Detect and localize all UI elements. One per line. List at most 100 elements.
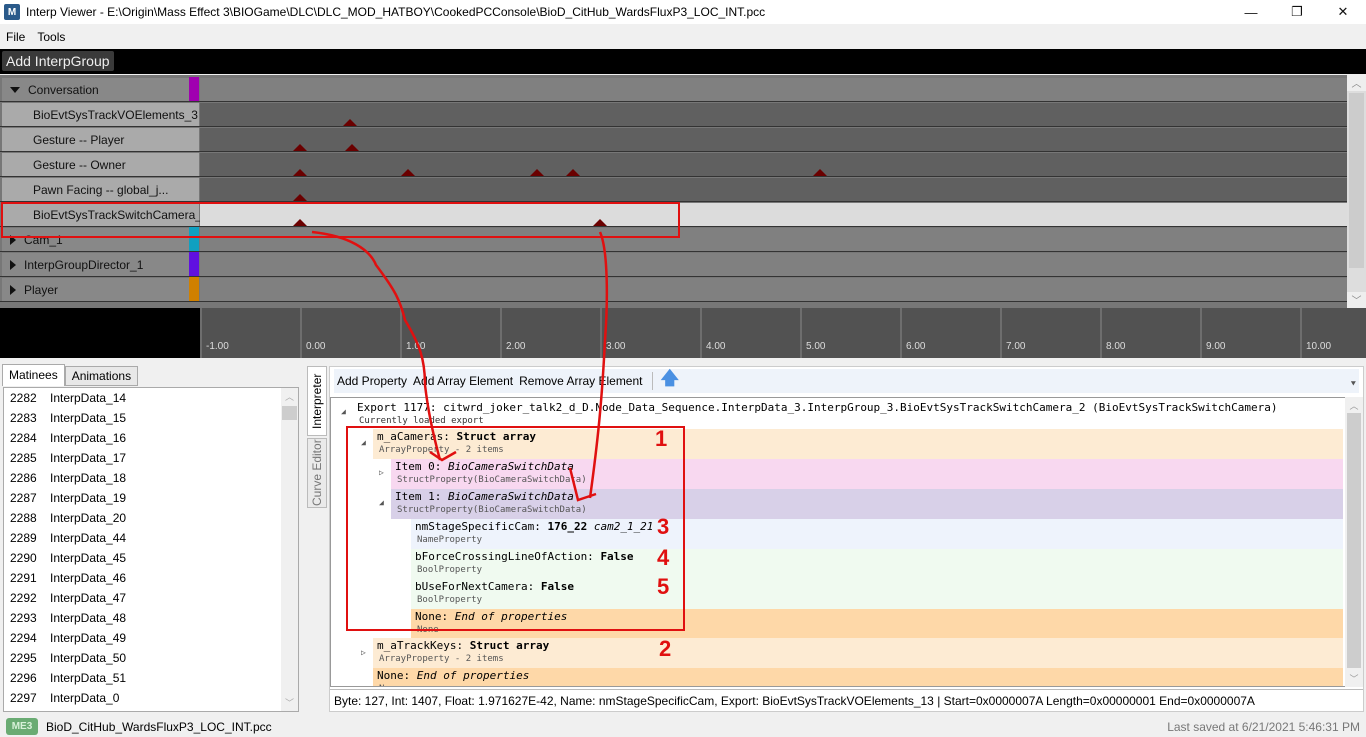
tree-node-item-1[interactable]: Item 1: BioCameraSwitchData StructProper… <box>391 489 1343 519</box>
expand-icon[interactable] <box>10 284 16 295</box>
keyframe-marker[interactable] <box>293 219 307 226</box>
tree-node-buseforcamera[interactable]: bUseForNextCamera: False BoolProperty <box>411 579 1343 609</box>
track-label[interactable]: BioEvtSysTrackVOElements_3 <box>2 103 199 126</box>
navigate-up-icon[interactable]: 🡅 <box>661 366 680 396</box>
keyframe-marker[interactable] <box>293 169 307 176</box>
scroll-thumb[interactable] <box>1349 93 1364 268</box>
tree-node-nmstagespecificcam[interactable]: nmStageSpecificCam: 176_22 cam2_1_21 Nam… <box>411 519 1343 549</box>
keyframe-marker[interactable] <box>813 169 827 176</box>
track-label[interactable]: Gesture -- Player <box>2 128 199 151</box>
matinee-list-item[interactable]: 2296 InterpData_51 <box>4 668 298 688</box>
matinee-list-item[interactable]: 2295 InterpData_50 <box>4 648 298 668</box>
matinee-list-item[interactable]: 2291 InterpData_46 <box>4 568 298 588</box>
tab-animations[interactable]: Animations <box>64 366 139 386</box>
expand-icon[interactable]: ▷ <box>361 648 366 657</box>
tab-matinees[interactable]: Matinees <box>2 364 65 386</box>
add-interpgroup-button[interactable]: Add InterpGroup <box>2 51 114 71</box>
scroll-down-icon[interactable]: ﹀ <box>1345 672 1363 685</box>
collapse-icon[interactable]: ◢ <box>341 407 346 416</box>
matinee-list-item[interactable]: 2297 InterpData_0 <box>4 688 298 708</box>
matinee-list-item[interactable]: 2283 InterpData_15 <box>4 408 298 428</box>
tab-interpreter[interactable]: Interpreter <box>307 366 327 436</box>
scroll-down-icon[interactable]: ﹀ <box>1347 292 1366 308</box>
scroll-up-icon[interactable]: ︿ <box>1345 399 1363 412</box>
track-label[interactable]: BioEvtSysTrackSwitchCamera_2 <box>2 203 209 226</box>
matinee-list-item[interactable]: 2294 InterpData_49 <box>4 628 298 648</box>
track-lane[interactable] <box>200 153 1347 176</box>
tree-node-m-atrackkeys[interactable]: m_aTrackKeys: Struct array ArrayProperty… <box>373 638 1343 668</box>
matinee-list-item[interactable]: 2285 InterpData_17 <box>4 448 298 468</box>
group-row[interactable]: Conversation <box>0 77 1347 102</box>
group-label[interactable]: Conversation <box>2 78 199 101</box>
track-lane[interactable] <box>200 203 1347 226</box>
close-button[interactable]: ✕ <box>1320 0 1366 24</box>
add-property-button[interactable]: Add Property <box>334 374 410 388</box>
tab-curve-editor[interactable]: Curve Editor <box>307 438 327 508</box>
matinee-list-item[interactable]: 2284 InterpData_16 <box>4 428 298 448</box>
collapse-icon[interactable]: ◢ <box>379 498 384 507</box>
remove-array-element-button[interactable]: Remove Array Element <box>516 374 645 388</box>
group-label[interactable]: InterpGroupDirector_1 <box>2 253 199 276</box>
tree-node-item-0[interactable]: Item 0: BioCameraSwitchData StructProper… <box>391 459 1343 489</box>
track-label[interactable]: Pawn Facing -- global_j... <box>2 178 199 201</box>
keyframe-marker[interactable] <box>530 169 544 176</box>
list-scrollbar[interactable]: ︿ ﹀ <box>281 388 298 711</box>
tree-node-none-outer[interactable]: None: End of properties None <box>373 668 1343 686</box>
scroll-thumb[interactable] <box>282 406 297 420</box>
group-row[interactable]: InterpGroupDirector_1 <box>0 252 1347 277</box>
expand-icon[interactable]: ▷ <box>379 468 384 477</box>
track-row[interactable]: Gesture -- Player <box>0 127 1347 152</box>
keyframe-marker[interactable] <box>566 169 580 176</box>
keyframe-marker[interactable] <box>293 194 307 201</box>
track-row[interactable]: Pawn Facing -- global_j... <box>0 177 1347 202</box>
matinee-list-item[interactable]: 2286 InterpData_18 <box>4 468 298 488</box>
add-array-element-button[interactable]: Add Array Element <box>410 374 516 388</box>
timeline-scrollbar[interactable]: ︿ ﹀ <box>1347 75 1366 308</box>
minimize-button[interactable]: — <box>1228 0 1274 24</box>
tree-node-none-inner[interactable]: None: End of properties None <box>411 609 1343 639</box>
group-label[interactable]: Cam_1 <box>2 228 199 251</box>
menu-tools[interactable]: Tools <box>31 30 71 44</box>
track-lane[interactable] <box>200 128 1347 151</box>
overflow-icon[interactable]: ⯆ <box>1350 379 1357 390</box>
maximize-button[interactable]: ❐ <box>1274 0 1320 24</box>
scroll-thumb[interactable] <box>1347 413 1361 668</box>
tree-node-export[interactable]: Export 1177: citwrd_joker_talk2_d_D.Node… <box>353 400 1343 430</box>
group-track[interactable] <box>200 228 1347 251</box>
expand-icon[interactable] <box>10 234 16 245</box>
expand-icon[interactable] <box>10 259 16 270</box>
group-row[interactable]: Player <box>0 277 1347 302</box>
keyframe-marker[interactable] <box>345 144 359 151</box>
matinee-list-item[interactable]: 2292 InterpData_47 <box>4 588 298 608</box>
tree-scrollbar[interactable]: ︿ ﹀ <box>1345 397 1363 687</box>
keyframe-marker[interactable] <box>293 144 307 151</box>
tree-node-bforcecrossinglineofaction[interactable]: bForceCrossingLineOfAction: False BoolPr… <box>411 549 1343 579</box>
collapse-icon[interactable]: ◢ <box>361 438 366 447</box>
matinee-list-item[interactable]: 2289 InterpData_44 <box>4 528 298 548</box>
matinee-list-item[interactable]: 2293 InterpData_48 <box>4 608 298 628</box>
matinee-list-item[interactable]: 2288 InterpData_20 <box>4 508 298 528</box>
scroll-up-icon[interactable]: ︿ <box>281 390 298 403</box>
group-label[interactable]: Player <box>2 278 199 301</box>
keyframe-marker[interactable] <box>401 169 415 176</box>
matinee-list-item[interactable]: 2282 InterpData_14 <box>4 388 298 408</box>
track-row[interactable]: BioEvtSysTrackSwitchCamera_2 <box>0 202 1347 227</box>
group-track[interactable] <box>200 278 1347 301</box>
group-track[interactable] <box>200 78 1347 101</box>
matinee-list-item[interactable]: 2287 InterpData_19 <box>4 488 298 508</box>
track-row[interactable]: BioEvtSysTrackVOElements_3 <box>0 102 1347 127</box>
scroll-down-icon[interactable]: ﹀ <box>281 696 298 709</box>
keyframe-marker[interactable] <box>343 119 357 126</box>
matinee-list-item[interactable]: 2290 InterpData_45 <box>4 548 298 568</box>
track-lane[interactable] <box>200 178 1347 201</box>
tree-node-m-acameras[interactable]: m_aCameras: Struct array ArrayProperty -… <box>373 429 1343 459</box>
scroll-up-icon[interactable]: ︿ <box>1347 75 1366 91</box>
menu-file[interactable]: File <box>0 30 31 44</box>
track-label[interactable]: Gesture -- Owner <box>2 153 199 176</box>
collapse-icon[interactable] <box>10 86 20 93</box>
track-row[interactable]: Gesture -- Owner <box>0 152 1347 177</box>
keyframe-marker[interactable] <box>593 219 607 226</box>
time-ruler[interactable]: -1.00 0.00 1.00 2.00 3.00 4.00 5.00 6.00 7.00 8.0… <box>0 308 1366 358</box>
group-track[interactable] <box>200 253 1347 276</box>
group-row[interactable]: Cam_1 <box>0 227 1347 252</box>
